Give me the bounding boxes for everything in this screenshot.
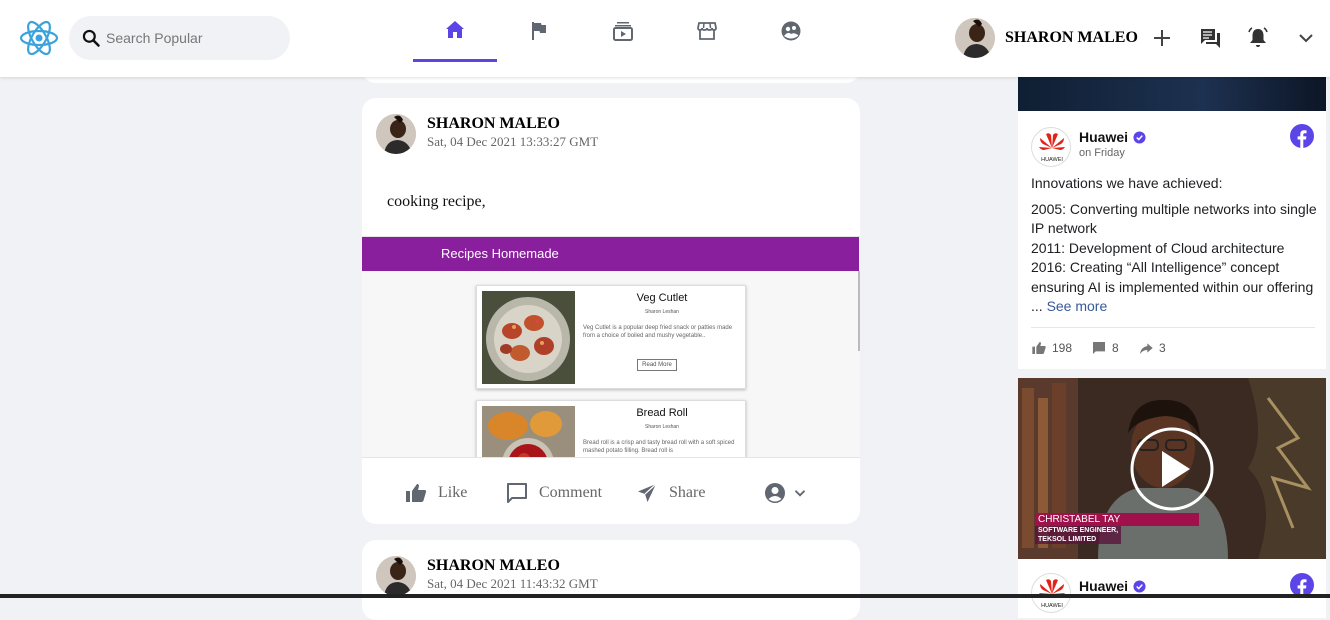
ad-brand-name[interactable]: Huawei [1079,578,1128,594]
logo-text: HUAWEI [1041,157,1063,163]
recipe-title: Veg Cutlet [636,292,688,304]
like-button[interactable]: Like [404,478,467,508]
speaker-role-line: SOFTWARE ENGINEER, [1038,527,1119,534]
share-button[interactable]: Share [635,478,705,508]
avatar[interactable] [376,556,416,596]
sponsored-video-card: CHRISTABEL TAY SOFTWARE ENGINEER, TEKSOL … [1018,378,1326,618]
verified-badge-icon [1133,580,1146,593]
comment-button[interactable]: Comment [505,478,602,508]
huawei-logo[interactable]: HUAWEI [1031,127,1071,167]
search-bar[interactable] [69,16,290,60]
avatar[interactable] [376,114,416,154]
tab-marketplace[interactable] [665,0,749,62]
account-circle-icon [765,483,785,503]
share-count[interactable]: 3 [1138,340,1166,356]
speaker-company-line: TEKSOL LIMITED [1038,536,1097,543]
ad-body-line: Innovations we have achieved: [1031,175,1223,191]
video-player[interactable]: CHRISTABEL TAY SOFTWARE ENGINEER, TEKSOL … [1018,378,1326,559]
audience-selector[interactable] [763,478,819,508]
recipe-author: Sharon Leshan [645,424,679,430]
like-count-value: 198 [1052,341,1073,355]
thumb-up-icon [1032,342,1046,354]
notifications-icon[interactable] [1246,26,1270,50]
like-label: Like [438,484,468,501]
see-more-link[interactable]: See more [1047,298,1108,314]
post-author[interactable]: SHARON MALEO [427,115,560,133]
user-name: SHARON MALEO [1005,29,1138,46]
post-card: SHARON MALEO Sat, 04 Dec 2021 13:33:27 G… [362,98,860,524]
share-arrow-icon [1140,343,1153,354]
search-icon [82,29,100,47]
comment-label: Comment [539,484,603,501]
ad-body-text: Innovations we have achieved: 2005: Conv… [1031,174,1321,317]
image-scrollbar [858,271,860,351]
comment-icon [1093,342,1105,354]
read-more-button[interactable]: Read More [637,359,677,371]
tab-home[interactable] [413,0,497,62]
tab-pages[interactable] [497,0,581,62]
verified-badge-icon [1133,131,1146,144]
avatar[interactable] [955,18,995,58]
recipe-card: Veg Cutlet Sharon Leshan Veg Cutlet is a… [476,285,746,389]
search-input[interactable] [106,30,276,46]
post-text: cooking recipe, [387,193,486,210]
huawei-logo[interactable]: HUAWEI [1031,573,1071,613]
ad-brand-name[interactable]: Huawei [1079,129,1128,145]
post-image[interactable]: Recipes Homemade Veg Cutlet Sharon Lesha… [362,236,860,458]
react-logo-icon[interactable] [19,19,59,57]
post-card: SHARON MALEO Sat, 04 Dec 2021 11:43:32 G… [362,540,860,620]
recipe-author: Sharon Leshan [645,309,679,315]
ellipsis: ... [1031,298,1043,314]
recipe-photo [482,291,575,384]
sponsored-post-card: HUAWEI Huawei on Friday Innovations we h… [1018,60,1326,369]
recipe-photo [482,406,575,457]
post-author[interactable]: SHARON MALEO [427,557,560,575]
window-bottom-edge [0,594,1330,598]
ad-body-line: 2011: Development of Cloud architecture [1031,239,1285,256]
ad-body-line: 2005: Converting multiple networks into … [1031,200,1317,237]
banner-title: Recipes Homemade [441,246,559,261]
divider [1031,327,1315,328]
speaker-name-caption: CHRISTABEL TAY [1035,513,1199,526]
chevron-down-icon[interactable] [1294,26,1318,50]
chevron-down-icon [794,490,806,497]
speaker-role-caption: SOFTWARE ENGINEER, TEKSOL LIMITED [1035,526,1122,544]
thumb-up-icon [406,484,427,502]
ad-body-line: 2016: Creating “All Intelligence” concep… [1031,259,1314,295]
ad-posted-time: on Friday [1079,147,1125,159]
facebook-icon[interactable] [1290,124,1314,148]
recipe-description: Veg Cutlet is a popular deep fried snack… [583,325,733,339]
comment-count[interactable]: 8 [1091,340,1119,356]
share-label: Share [669,484,706,501]
user-profile[interactable]: SHARON MALEO [955,17,1138,59]
plus-icon[interactable] [1150,26,1174,50]
share-count-value: 3 [1159,341,1166,355]
tab-groups[interactable] [749,0,833,62]
store-icon [697,22,717,40]
recipe-title: Bread Roll [636,407,688,419]
home-icon [446,20,464,38]
comment-count-value: 8 [1112,341,1119,355]
post-timestamp: Sat, 04 Dec 2021 13:33:27 GMT [427,134,599,149]
top-navbar: SHARON MALEO [0,0,1330,77]
video-subscriptions-icon [613,22,633,41]
recipe-description: Bread roll is a crisp and tasty bread ro… [583,440,735,454]
like-count[interactable]: 198 [1031,340,1072,356]
recipe-card: Bread Roll Sharon Leshan Bread roll is a… [476,400,746,457]
tab-watch[interactable] [581,0,665,62]
logo-text: HUAWEI [1041,603,1063,609]
recipes-banner: Recipes Homemade [362,237,859,271]
messages-icon[interactable] [1198,26,1222,50]
flag-icon [532,22,546,40]
post-timestamp: Sat, 04 Dec 2021 11:43:32 GMT [427,576,598,591]
comment-icon [507,483,527,503]
groups-icon [781,21,801,41]
send-icon [638,483,657,502]
